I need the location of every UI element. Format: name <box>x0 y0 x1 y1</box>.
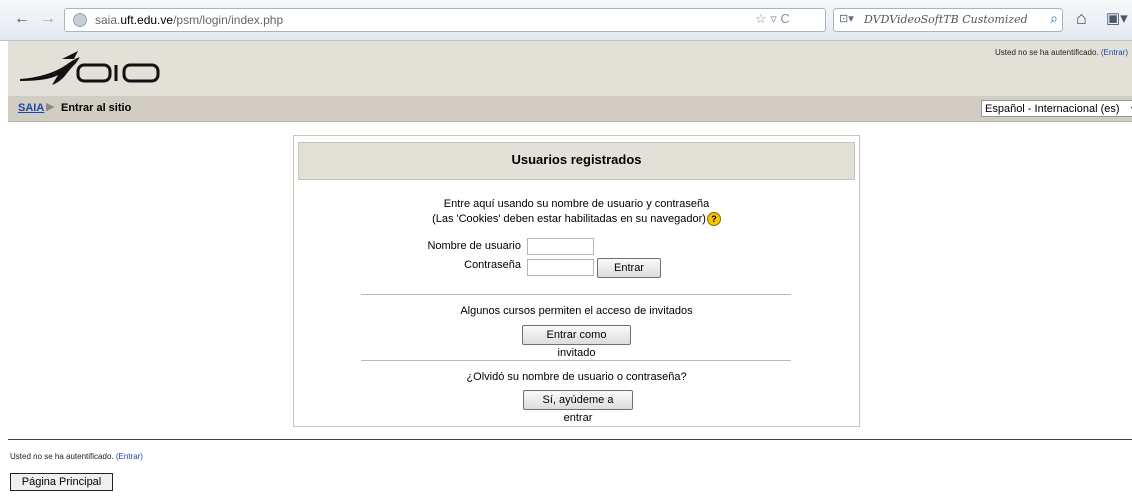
search-engine-icon[interactable]: ⊡▾ <box>839 12 854 25</box>
search-bar[interactable]: ⊡▾ DVDVideoSoftTB Customized Web Searc ⌕ <box>833 8 1063 32</box>
password-label: Contraseña <box>464 259 521 271</box>
forgot-password-text: ¿Olvidó su nombre de usuario o contraseñ… <box>466 371 687 383</box>
login-panel-header: Usuarios registrados <box>298 142 855 180</box>
site-globe-icon[interactable] <box>73 13 87 27</box>
login-intro-line2: (Las 'Cookies' deben estar habilitadas e… <box>294 212 859 226</box>
username-label: Nombre de usuario <box>427 240 521 252</box>
site-header: Usted no se ha autentificado. (Entrar) <box>8 41 1132 96</box>
saia-logo[interactable] <box>18 49 178 91</box>
username-field[interactable] <box>527 238 594 255</box>
guest-login-button[interactable]: Entrar como invitado <box>522 325 631 359</box>
login-panel: Usuarios registrados Entre aquí usando s… <box>293 135 860 427</box>
menu-icon[interactable]: ▣▾ <box>1106 9 1128 27</box>
breadcrumb-separator-icon: ▶ <box>46 101 55 113</box>
navbar: SAIA ▶ Entrar al sitio Español - Interna… <box>8 96 1132 122</box>
auth-status-bottom: Usted no se ha autentificado. (Entrar) <box>10 452 143 461</box>
url-prefix: saia. <box>95 13 121 27</box>
language-select[interactable]: Español - Internacional (es) ▼ <box>981 100 1132 117</box>
guest-access-text: Algunos cursos permiten el acceso de inv… <box>460 305 693 317</box>
bookmark-star-icon[interactable]: ☆ ▿ C <box>755 11 790 27</box>
help-icon[interactable]: ? <box>706 212 721 226</box>
login-intro-line1: Entre aquí usando su nombre de usuario y… <box>443 198 710 210</box>
home-page-button[interactable]: Página Principal <box>10 473 113 491</box>
forward-arrow-icon[interactable]: → <box>40 10 56 28</box>
browser-toolbar: ← → saia.uft.edu.ve/psm/login/index.php … <box>0 0 1132 41</box>
url-domain: uft.edu.ve <box>120 13 174 27</box>
section-divider <box>361 294 791 295</box>
login-link[interactable]: (Entrar) <box>116 452 143 461</box>
url-text: saia.uft.edu.ve/psm/login/index.php <box>95 13 283 27</box>
forgot-password-button[interactable]: Sí, ayúdeme a entrar <box>523 390 633 424</box>
login-title: Usuarios registrados <box>511 152 642 167</box>
language-value: Español - Internacional (es) <box>985 103 1120 115</box>
auth-text: Usted no se ha autentificado. <box>10 452 114 461</box>
auth-text: Usted no se ha autentificado. <box>995 48 1099 57</box>
section-divider <box>361 360 791 361</box>
auth-status-top: Usted no se ha autentificado. (Entrar) <box>995 48 1128 57</box>
login-button[interactable]: Entrar <box>597 258 661 278</box>
breadcrumb-home-link[interactable]: SAIA <box>18 102 44 114</box>
url-path: /psm/login/index.php <box>173 13 284 27</box>
password-field[interactable] <box>527 259 594 276</box>
search-icon[interactable]: ⌕ <box>1050 10 1058 27</box>
footer-divider <box>8 439 1132 440</box>
address-bar[interactable]: saia.uft.edu.ve/psm/login/index.php ☆ ▿ … <box>64 8 826 32</box>
search-input[interactable]: DVDVideoSoftTB Customized Web Searc <box>864 13 1032 26</box>
back-arrow-icon[interactable]: ← <box>14 10 30 28</box>
login-link[interactable]: (Entrar) <box>1101 48 1128 57</box>
cookies-note: (Las 'Cookies' deben estar habilitadas e… <box>432 212 706 225</box>
home-icon[interactable]: ⌂ <box>1076 8 1087 29</box>
breadcrumb-current: Entrar al sitio <box>61 102 132 114</box>
